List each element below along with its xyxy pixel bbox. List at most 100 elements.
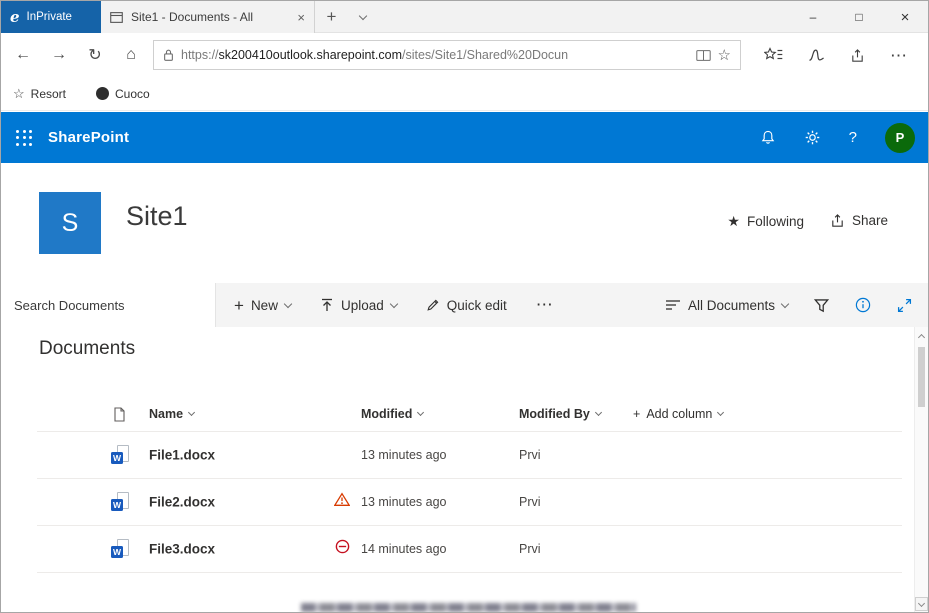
site-title[interactable]: Site1: [126, 201, 188, 232]
fullscreen-icon[interactable]: [897, 298, 912, 313]
chevron-down-icon: [717, 409, 724, 416]
site-logo[interactable]: S: [39, 192, 101, 254]
view-selector[interactable]: All Documents: [665, 298, 788, 313]
file-name[interactable]: File1.docx: [149, 447, 215, 462]
filter-icon[interactable]: [814, 298, 829, 313]
app-launcher-icon[interactable]: [16, 130, 32, 146]
sharepoint-suite-bar: SharePoint ? P: [1, 112, 928, 163]
new-label: New: [251, 298, 278, 313]
file-name[interactable]: File3.docx: [149, 541, 215, 556]
forward-button[interactable]: →: [41, 37, 77, 73]
browser-tab[interactable]: Site1 - Documents - All ×: [101, 1, 315, 33]
command-bar: + New Upload Quick edit ⋯ All Documents: [1, 283, 928, 327]
quick-edit-button[interactable]: Quick edit: [426, 298, 507, 313]
favorite-item-cuoco[interactable]: Cuoco: [96, 87, 150, 101]
page-icon: [113, 407, 126, 422]
window-controls: – □ ×: [790, 1, 928, 33]
chevron-down-icon: [284, 299, 292, 307]
title-bar: e InPrivate Site1 - Documents - All × + …: [1, 1, 928, 33]
refresh-button[interactable]: ↻: [77, 37, 113, 73]
word-file-icon: W: [111, 445, 131, 465]
chevron-down-icon: [188, 409, 195, 416]
new-button[interactable]: + New: [234, 297, 291, 314]
pencil-icon: [426, 298, 440, 312]
help-button[interactable]: ?: [849, 129, 857, 146]
favorite-item-resort[interactable]: ☆ Resort: [13, 86, 66, 102]
favorites-bar: ☆ Resort Cuoco: [1, 77, 928, 111]
url-path: /sites/Site1/Shared%20Docun: [402, 48, 568, 62]
modified-cell: 13 minutes ago: [361, 448, 446, 462]
inprivate-badge: e InPrivate: [1, 1, 101, 33]
vertical-scrollbar[interactable]: [914, 327, 928, 612]
star-icon: ☆: [13, 86, 25, 102]
suite-bar-title: SharePoint: [48, 129, 129, 146]
edge-logo-icon: e: [10, 10, 20, 25]
favorite-star-icon[interactable]: ☆: [718, 46, 731, 64]
word-file-icon: W: [111, 492, 131, 512]
file-type-column-icon[interactable]: [113, 399, 126, 429]
modified-by-cell: Prvi: [519, 495, 541, 509]
scrollbar-thumb[interactable]: [918, 347, 925, 407]
command-more-icon[interactable]: ⋯: [536, 295, 553, 315]
modified-cell: 13 minutes ago: [361, 495, 446, 509]
url-text: https://sk200410outlook.sharepoint.com/s…: [181, 48, 568, 62]
favorites-hub-icon[interactable]: [764, 47, 783, 63]
more-options-icon[interactable]: ⋯: [890, 47, 907, 64]
column-header-name[interactable]: Name: [149, 399, 194, 429]
view-list-icon: [665, 299, 681, 311]
settings-gear-icon[interactable]: [804, 129, 821, 146]
follow-button[interactable]: ★ Following: [727, 213, 804, 230]
chevron-down-icon: [389, 299, 397, 307]
star-icon: ★: [727, 213, 740, 230]
account-avatar[interactable]: P: [885, 123, 915, 153]
chevron-down-icon: [359, 11, 367, 19]
column-header-modified[interactable]: Modified: [361, 399, 423, 429]
follow-label: Following: [747, 214, 804, 229]
new-tab-button[interactable]: +: [315, 1, 348, 33]
plus-icon: +: [234, 297, 244, 314]
document-library: Documents Name Modified Modified By + Ad…: [1, 327, 928, 612]
file-row[interactable]: W File2.docx 13 minutes ago Prvi: [1, 478, 913, 525]
column-label: Name: [149, 407, 183, 421]
file-row[interactable]: W File1.docx 13 minutes ago Prvi: [1, 431, 913, 478]
add-column-button[interactable]: + Add column: [633, 399, 723, 429]
tab-close-icon[interactable]: ×: [297, 10, 305, 25]
share-page-icon[interactable]: [850, 48, 865, 63]
reading-view-icon[interactable]: [696, 50, 711, 61]
maximize-button[interactable]: □: [836, 1, 882, 33]
chevron-down-icon: [595, 409, 602, 416]
web-notes-icon[interactable]: [808, 48, 825, 62]
home-button[interactable]: ⌂: [113, 37, 149, 73]
scroll-up-icon[interactable]: [915, 329, 928, 344]
url-input[interactable]: https://sk200410outlook.sharepoint.com/s…: [153, 40, 741, 70]
minimize-button[interactable]: –: [790, 1, 836, 33]
search-documents-input[interactable]: [1, 283, 216, 327]
notifications-bell-icon[interactable]: [760, 129, 776, 146]
add-column-label: Add column: [646, 407, 712, 421]
upload-button[interactable]: Upload: [320, 298, 397, 313]
share-site-button[interactable]: Share: [830, 213, 888, 228]
back-button[interactable]: ←: [5, 37, 41, 73]
chevron-down-icon: [781, 299, 789, 307]
library-title: Documents: [39, 338, 135, 360]
blurred-text: [301, 603, 636, 612]
cuoco-favicon: [96, 87, 109, 100]
share-label: Share: [852, 213, 888, 228]
lock-icon: [163, 48, 174, 62]
file-row[interactable]: W File3.docx 14 minutes ago Prvi: [1, 525, 913, 572]
url-scheme: https://: [181, 48, 219, 62]
tab-list-button[interactable]: [348, 1, 378, 33]
warning-icon: [334, 492, 350, 511]
favorite-label: Resort: [31, 87, 66, 101]
row-divider: [37, 572, 902, 573]
info-icon[interactable]: [855, 297, 871, 313]
file-name[interactable]: File2.docx: [149, 494, 215, 509]
word-file-icon: W: [111, 539, 131, 559]
scroll-down-icon[interactable]: [915, 597, 928, 611]
column-label: Modified By: [519, 407, 590, 421]
url-host: sk200410outlook.sharepoint.com: [219, 48, 402, 62]
modified-by-cell: Prvi: [519, 448, 541, 462]
quick-edit-label: Quick edit: [447, 298, 507, 313]
column-header-modified-by[interactable]: Modified By: [519, 399, 601, 429]
close-button[interactable]: ×: [882, 1, 928, 33]
